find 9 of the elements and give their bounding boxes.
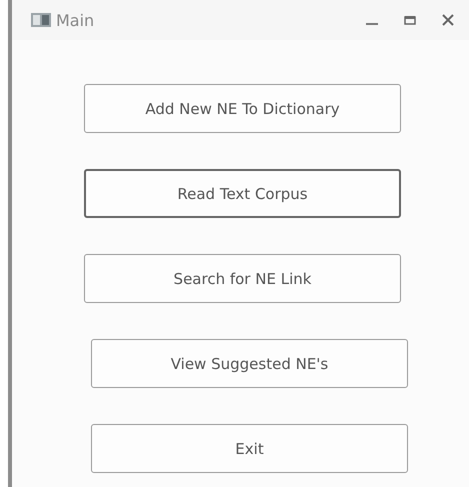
menu-button[interactable]: Exit [91,424,408,473]
maximize-icon[interactable] [403,13,417,27]
close-icon[interactable] [441,13,455,27]
menu-button[interactable]: Add New NE To Dictionary [84,84,401,133]
menu-button[interactable]: Search for NE Link [84,254,401,303]
menu-button[interactable]: Read Text Corpus [84,169,401,218]
menu-button[interactable]: View Suggested NE's [91,339,408,388]
app-icon [30,11,52,29]
window-title: Main [56,10,94,30]
